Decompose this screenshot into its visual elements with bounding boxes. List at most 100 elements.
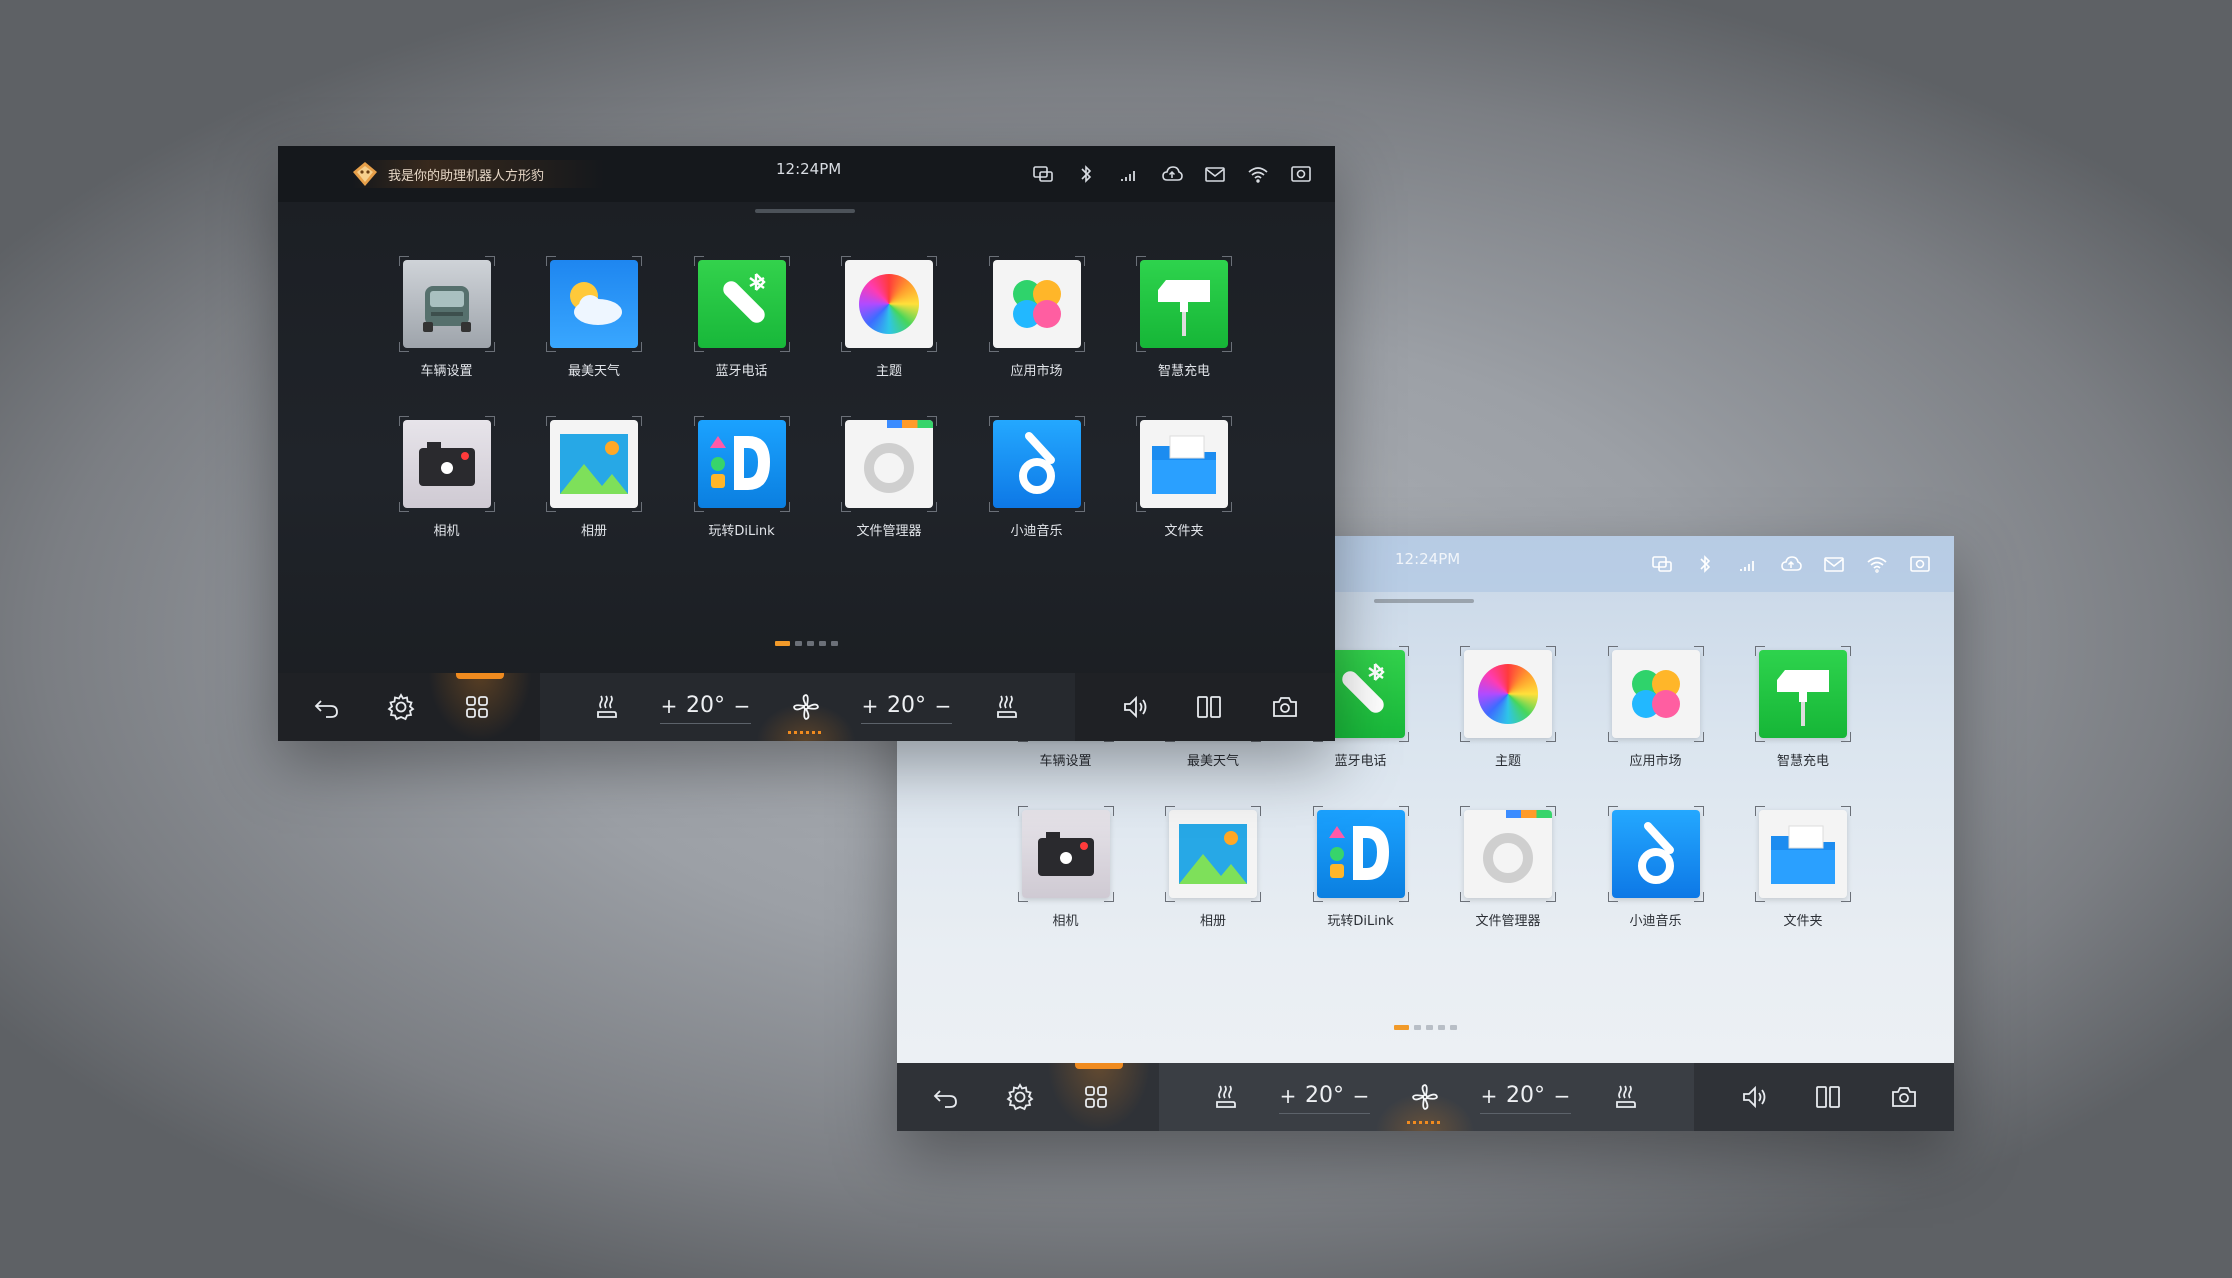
dilink-icon[interactable] — [1316, 810, 1405, 898]
app-tile[interactable]: 智慧充电 — [1730, 646, 1877, 776]
right-temp-increase-button[interactable]: + — [861, 694, 879, 718]
page-dot[interactable] — [807, 641, 814, 646]
volume-button[interactable] — [1118, 690, 1152, 724]
apps-button[interactable] — [460, 690, 494, 724]
camera-button[interactable] — [1268, 690, 1302, 724]
page-dot[interactable] — [1394, 1025, 1409, 1030]
page-dot[interactable] — [831, 641, 838, 646]
page-dot[interactable] — [1414, 1025, 1421, 1030]
file-manager-icon[interactable] — [845, 420, 933, 508]
fan-button[interactable] — [1408, 1080, 1442, 1114]
settings-button[interactable] — [1003, 1080, 1037, 1114]
file-manager-icon[interactable] — [1464, 810, 1552, 898]
page-dot[interactable] — [795, 641, 802, 646]
seat-heat-left-button[interactable] — [590, 690, 624, 724]
app-tile[interactable]: 小迪音乐 — [1582, 806, 1729, 936]
app-tile[interactable]: 蓝牙电话 — [668, 256, 815, 386]
app-tile[interactable]: 车辆设置 — [373, 256, 520, 386]
settings-button[interactable] — [384, 690, 418, 724]
music-icon[interactable] — [1611, 810, 1700, 898]
app-tile[interactable]: 文件管理器 — [816, 416, 963, 546]
app-icon-frame[interactable] — [1607, 646, 1704, 742]
app-icon-frame[interactable] — [1136, 256, 1232, 352]
app-icon-frame[interactable] — [1755, 806, 1851, 902]
right-temp-increase-button[interactable]: + — [1480, 1084, 1498, 1108]
app-tile[interactable]: 相册 — [1140, 806, 1287, 936]
page-dot[interactable] — [1426, 1025, 1433, 1030]
left-temp-increase-button[interactable]: + — [660, 694, 678, 718]
right-temp-decrease-button[interactable]: − — [934, 694, 952, 718]
app-market-icon[interactable] — [992, 260, 1081, 348]
app-icon-frame[interactable] — [546, 416, 642, 512]
volume-button[interactable] — [1737, 1080, 1771, 1114]
page-dot[interactable] — [819, 641, 826, 646]
app-tile[interactable]: 玩转DiLink — [668, 416, 815, 546]
app-icon-frame[interactable] — [988, 256, 1085, 352]
app-tile[interactable]: 智慧充电 — [1111, 256, 1258, 386]
fan-button[interactable] — [789, 690, 823, 724]
app-tile[interactable]: 文件夹 — [1111, 416, 1258, 546]
app-icon-frame[interactable] — [693, 416, 790, 512]
drag-handle[interactable] — [1374, 599, 1474, 603]
app-tile[interactable]: 相机 — [373, 416, 520, 546]
left-temp-increase-button[interactable]: + — [1279, 1084, 1297, 1108]
split-screen-button[interactable] — [1192, 690, 1226, 724]
camera-app-icon[interactable] — [1021, 810, 1110, 898]
app-tile[interactable]: 玩转DiLink — [1287, 806, 1434, 936]
left-temp-decrease-button[interactable]: − — [733, 694, 751, 718]
app-tile[interactable]: 最美天气 — [521, 256, 668, 386]
assistant-banner[interactable]: 我是你的助理机器人方形豹 — [352, 160, 605, 188]
seat-heat-right-button[interactable] — [1609, 1080, 1643, 1114]
page-dot[interactable] — [1450, 1025, 1457, 1030]
page-dot[interactable] — [775, 641, 790, 646]
app-icon-frame[interactable] — [1017, 806, 1114, 902]
app-tile[interactable]: 相册 — [521, 416, 668, 546]
app-icon-frame[interactable] — [988, 416, 1085, 512]
weather-icon[interactable] — [550, 260, 638, 348]
music-icon[interactable] — [992, 420, 1081, 508]
app-tile[interactable]: 应用市场 — [963, 256, 1110, 386]
app-icon-frame[interactable] — [841, 256, 937, 352]
app-icon-frame[interactable] — [1165, 806, 1261, 902]
camera-app-icon[interactable] — [402, 420, 491, 508]
app-icon-frame[interactable] — [1312, 806, 1409, 902]
gallery-icon[interactable] — [550, 420, 638, 508]
app-icon-frame[interactable] — [1460, 646, 1556, 742]
apps-button[interactable] — [1079, 1080, 1113, 1114]
theme-icon[interactable] — [1464, 650, 1552, 738]
camera-button[interactable] — [1887, 1080, 1921, 1114]
folder-icon[interactable] — [1140, 420, 1228, 508]
app-tile[interactable]: 应用市场 — [1582, 646, 1729, 776]
app-tile[interactable]: 主题 — [1435, 646, 1582, 776]
app-icon-frame[interactable] — [398, 256, 495, 352]
app-tile[interactable]: 文件管理器 — [1435, 806, 1582, 936]
app-icon-frame[interactable] — [1607, 806, 1704, 902]
page-indicator[interactable] — [278, 641, 1335, 646]
app-market-icon[interactable] — [1611, 650, 1700, 738]
drag-handle[interactable] — [755, 209, 855, 213]
back-button[interactable] — [310, 690, 344, 724]
right-temp-decrease-button[interactable]: − — [1553, 1084, 1571, 1108]
seat-heat-left-button[interactable] — [1209, 1080, 1243, 1114]
app-tile[interactable]: 相机 — [992, 806, 1139, 936]
bluetooth-phone-icon[interactable] — [697, 260, 786, 348]
app-tile[interactable]: 主题 — [816, 256, 963, 386]
page-indicator[interactable] — [897, 1025, 1954, 1030]
back-button[interactable] — [929, 1080, 963, 1114]
app-icon-frame[interactable] — [841, 416, 937, 512]
app-icon-frame[interactable] — [398, 416, 495, 512]
smart-charging-icon[interactable] — [1759, 650, 1847, 738]
app-icon-frame[interactable] — [1136, 416, 1232, 512]
vehicle-settings-icon[interactable] — [402, 260, 491, 348]
theme-icon[interactable] — [845, 260, 933, 348]
smart-charging-icon[interactable] — [1140, 260, 1228, 348]
app-tile[interactable]: 小迪音乐 — [963, 416, 1110, 546]
left-temp-decrease-button[interactable]: − — [1352, 1084, 1370, 1108]
app-tile[interactable]: 文件夹 — [1730, 806, 1877, 936]
folder-icon[interactable] — [1759, 810, 1847, 898]
app-icon-frame[interactable] — [546, 256, 642, 352]
app-icon-frame[interactable] — [693, 256, 790, 352]
page-dot[interactable] — [1438, 1025, 1445, 1030]
split-screen-button[interactable] — [1811, 1080, 1845, 1114]
dilink-icon[interactable] — [697, 420, 786, 508]
